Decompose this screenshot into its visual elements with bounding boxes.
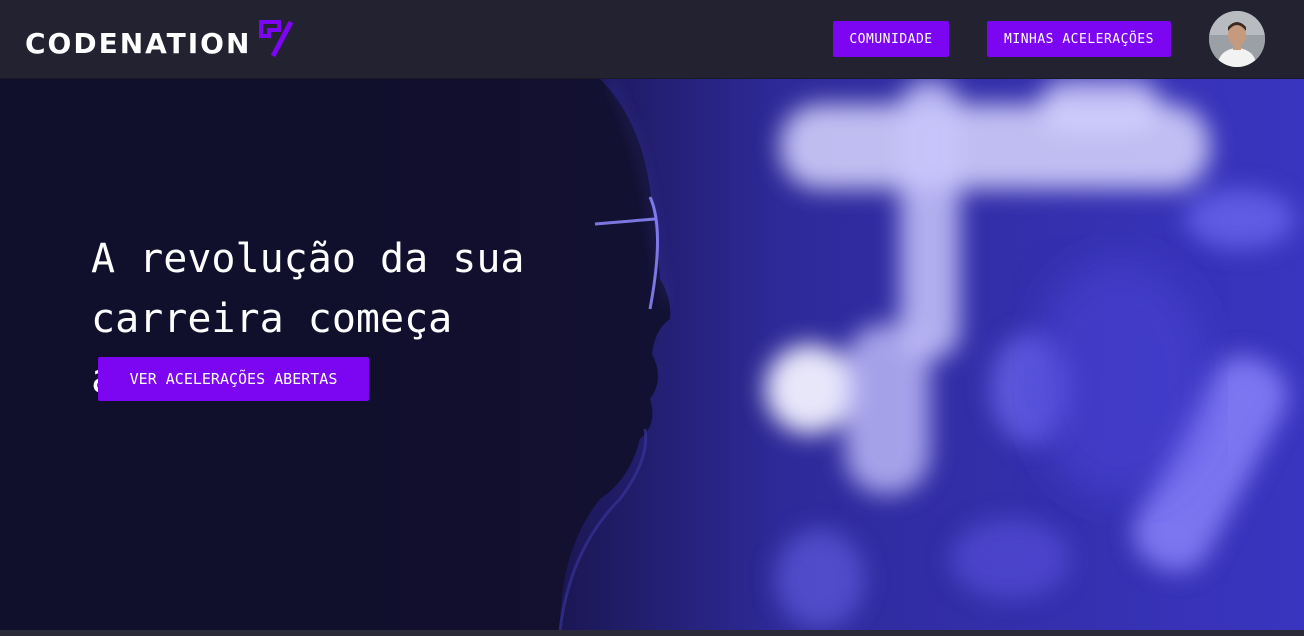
user-avatar[interactable] — [1209, 11, 1265, 67]
top-navbar: CODENATION COMUNIDADE MINHAS ACELERAÇÕES — [0, 0, 1304, 79]
logo-text: CODENATION — [25, 27, 252, 60]
codenation-logo[interactable]: CODENATION — [25, 20, 294, 62]
view-open-accelerations-button[interactable]: VER ACELERAÇÕES ABERTAS — [98, 357, 369, 401]
hero-section: A revolução da sua carreira começa agora… — [0, 79, 1304, 630]
page-divider — [0, 630, 1304, 636]
community-button[interactable]: COMUNIDADE — [833, 21, 949, 57]
codenation-mark-icon — [257, 20, 294, 62]
my-accelerations-button[interactable]: MINHAS ACELERAÇÕES — [987, 21, 1171, 57]
